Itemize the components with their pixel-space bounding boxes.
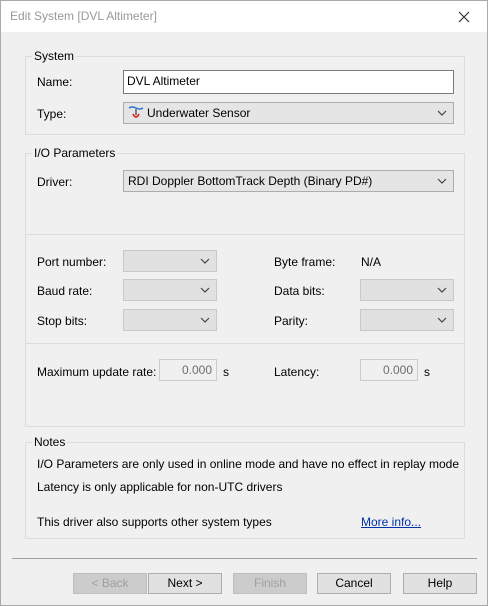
latency-label: Latency: bbox=[274, 365, 320, 379]
parity-label: Parity: bbox=[274, 314, 309, 328]
chevron-down-icon bbox=[200, 287, 210, 293]
stop-bits-select[interactable] bbox=[123, 309, 217, 331]
close-icon bbox=[458, 11, 470, 22]
type-select-value: Underwater Sensor bbox=[147, 106, 251, 120]
chevron-down-icon bbox=[200, 258, 210, 264]
port-number-label: Port number: bbox=[37, 255, 107, 269]
cancel-button[interactable]: Cancel bbox=[317, 573, 391, 594]
chevron-down-icon bbox=[437, 110, 447, 116]
window-title: Edit System [DVL Altimeter] bbox=[10, 9, 157, 23]
name-field[interactable]: DVL Altimeter bbox=[123, 70, 454, 94]
edit-system-dialog: Edit System [DVL Altimeter] System Name:… bbox=[0, 0, 488, 606]
driver-label: Driver: bbox=[37, 175, 73, 189]
max-update-rate-unit: s bbox=[223, 365, 229, 379]
underwater-sensor-icon bbox=[128, 106, 144, 118]
note-line-2: Latency is only applicable for non-UTC d… bbox=[37, 480, 283, 494]
io-divider-2 bbox=[26, 343, 464, 344]
type-label: Type: bbox=[37, 107, 67, 121]
byte-frame-value: N/A bbox=[361, 255, 382, 269]
chevron-down-icon bbox=[437, 317, 447, 323]
baud-rate-select[interactable] bbox=[123, 279, 217, 301]
max-update-rate-input[interactable]: 0.000 bbox=[159, 359, 217, 381]
data-bits-label: Data bits: bbox=[274, 284, 325, 298]
driver-select[interactable]: RDI Doppler BottomTrack Depth (Binary PD… bbox=[123, 170, 454, 192]
stop-bits-label: Stop bits: bbox=[37, 314, 88, 328]
chevron-down-icon bbox=[437, 287, 447, 293]
baud-rate-label: Baud rate: bbox=[37, 284, 93, 298]
byte-frame-label: Byte frame: bbox=[274, 255, 336, 269]
parity-select[interactable] bbox=[360, 309, 454, 331]
notes-group-label: Notes bbox=[32, 435, 68, 449]
data-bits-select[interactable] bbox=[360, 279, 454, 301]
max-update-rate-label: Maximum update rate: bbox=[37, 365, 157, 379]
latency-unit: s bbox=[424, 365, 430, 379]
more-info-link[interactable]: More info... bbox=[361, 515, 421, 529]
next-button[interactable]: Next > bbox=[148, 573, 222, 594]
chevron-down-icon bbox=[200, 317, 210, 323]
back-button[interactable]: < Back bbox=[73, 573, 147, 594]
latency-input[interactable]: 0.000 bbox=[360, 359, 418, 381]
help-button[interactable]: Help bbox=[403, 573, 477, 594]
finish-button[interactable]: Finish bbox=[233, 573, 307, 594]
note-line-1: I/O Parameters are only used in online m… bbox=[37, 457, 460, 471]
title-bar: Edit System [DVL Altimeter] bbox=[1, 1, 487, 32]
name-label: Name: bbox=[37, 75, 73, 89]
note-line-3: This driver also supports other system t… bbox=[37, 515, 272, 529]
io-divider-1 bbox=[26, 234, 464, 235]
driver-select-value: RDI Doppler BottomTrack Depth (Binary PD… bbox=[128, 174, 373, 188]
io-group-label: I/O Parameters bbox=[32, 146, 118, 160]
footer-divider bbox=[12, 558, 477, 559]
system-group-label: System bbox=[32, 49, 77, 63]
type-select[interactable]: Underwater Sensor bbox=[123, 102, 454, 124]
port-number-select[interactable] bbox=[123, 250, 217, 272]
chevron-down-icon bbox=[437, 178, 447, 184]
close-button[interactable] bbox=[441, 1, 487, 32]
